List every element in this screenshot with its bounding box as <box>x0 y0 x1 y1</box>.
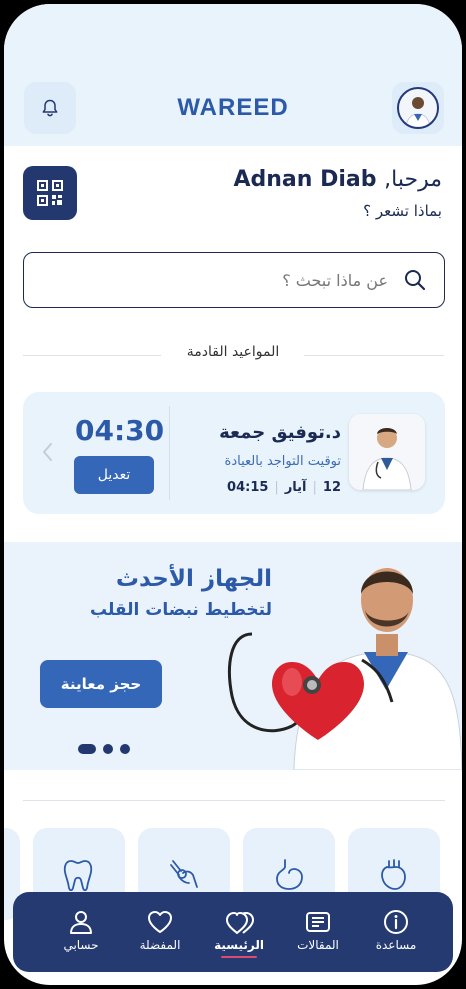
chevron-left-icon[interactable] <box>41 442 53 462</box>
banner-title: الجهاز الأحدث <box>115 566 272 592</box>
articles-icon <box>306 912 330 932</box>
avatar <box>397 87 439 129</box>
carousel-dot[interactable] <box>103 743 114 754</box>
app-screen: WAREED مرحبا, Adnan Diab بماذا تشعر ؟ عن… <box>4 4 462 985</box>
greeting-hello: مرحبا, <box>384 167 442 192</box>
appointment-date: 12|آيار|04:15 <box>227 480 341 495</box>
nav-articles[interactable]: المقالات <box>278 892 358 972</box>
info-icon <box>384 910 408 934</box>
user-icon <box>70 911 92 934</box>
nav-favorites[interactable]: المفضلة <box>120 892 200 972</box>
greeting-title: مرحبا, Adnan Diab <box>233 166 442 194</box>
qr-code-icon <box>37 180 63 206</box>
nav-label: الرئيسية <box>214 938 264 952</box>
stomach-icon <box>276 859 303 890</box>
search-input[interactable] <box>66 253 390 308</box>
heart-organ-icon <box>381 859 406 890</box>
search-icon[interactable] <box>404 269 426 291</box>
heart-outline-icon <box>148 911 172 933</box>
appointment-card[interactable]: د.توفيق جمعة توقيت التواجد بالعيادة 12|آ… <box>23 392 445 514</box>
appointment-time: 04:30 <box>75 414 165 447</box>
book-checkup-button[interactable]: حجز معاينة <box>40 660 162 708</box>
greeting: مرحبا, Adnan Diab بماذا تشعر ؟ <box>233 166 442 220</box>
nav-label: المقالات <box>297 938 339 952</box>
qr-code-button[interactable] <box>23 166 77 220</box>
nav-label: حسابي <box>63 938 99 952</box>
tooth-icon <box>63 860 93 891</box>
appointment-note: توقيت التواجد بالعيادة <box>224 454 341 469</box>
appointment-day: 12 <box>322 480 341 495</box>
nav-help[interactable]: مساعدة <box>356 892 436 972</box>
nav-label: المفضلة <box>139 938 181 952</box>
profile-avatar-button[interactable] <box>392 82 444 134</box>
appointment-month: آيار <box>284 480 307 495</box>
greeting-question: بماذا تشعر ؟ <box>363 202 442 220</box>
search-bar <box>23 252 445 308</box>
bottom-navigation: مساعدة المقالات الرئيسية المفضلة حسابي <box>13 892 453 972</box>
user-name: Adnan Diab <box>233 167 377 192</box>
doctor-photo <box>349 414 425 490</box>
nav-account[interactable]: حسابي <box>41 892 121 972</box>
nav-label: مساعدة <box>375 938 417 952</box>
edit-appointment-button[interactable]: تعديل <box>74 456 154 494</box>
active-indicator <box>221 956 257 958</box>
carousel-dot[interactable] <box>120 743 131 754</box>
divider <box>169 406 170 500</box>
banner-subtitle: لتخطيط نبضات القلب <box>89 600 272 620</box>
divider <box>23 800 445 801</box>
clinic-time: 04:15 <box>227 480 269 495</box>
knee-joint-icon <box>170 860 198 888</box>
doctor-name: د.توفيق جمعة <box>219 422 341 443</box>
carousel-dots <box>78 738 132 757</box>
app-header: WAREED <box>4 78 462 140</box>
nav-home[interactable]: الرئيسية <box>199 892 279 972</box>
carousel-dot-active[interactable] <box>78 743 96 754</box>
home-hearts-icon <box>226 911 255 934</box>
upcoming-title: المواعيد القادمة <box>186 344 280 360</box>
promo-banner[interactable]: الجهاز الأحدث لتخطيط نبضات القلب حجز معا… <box>4 542 462 770</box>
